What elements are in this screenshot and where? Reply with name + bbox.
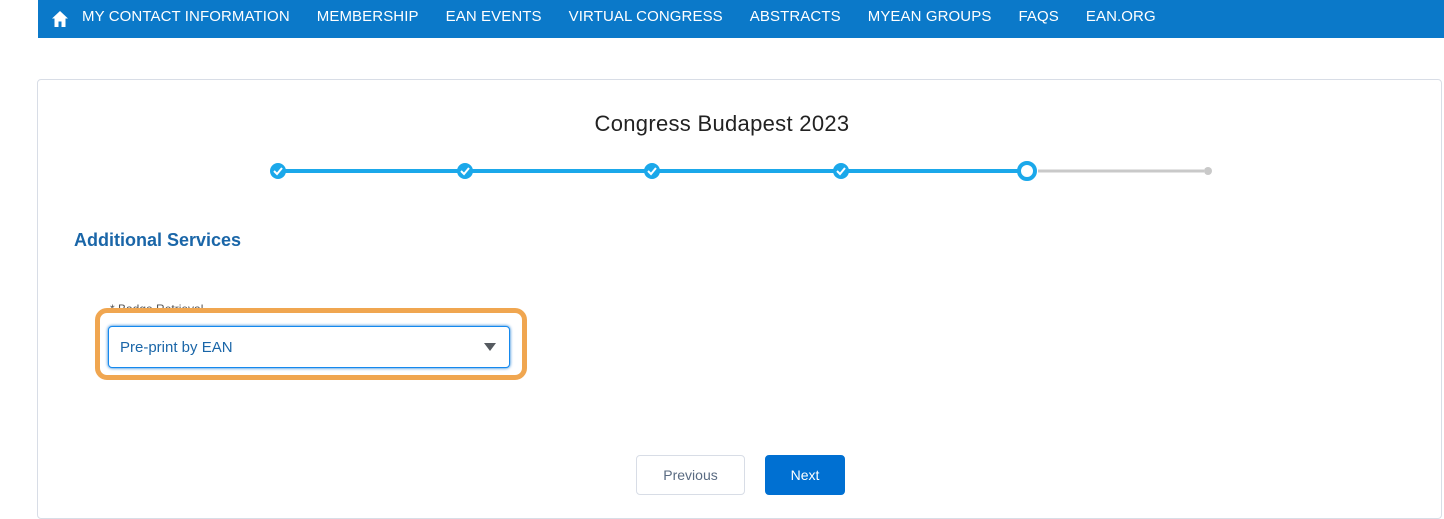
- step-6-pending-icon: [1204, 167, 1212, 175]
- nav-virtual-congress[interactable]: VIRTUAL CONGRESS: [569, 8, 723, 25]
- nav-faqs[interactable]: FAQS: [1018, 8, 1058, 25]
- page-title: Congress Budapest 2023: [594, 111, 850, 136]
- step-1-complete-icon: [270, 163, 286, 179]
- nav-abstracts[interactable]: ABSTRACTS: [750, 8, 841, 25]
- top-navigation: MY CONTACT INFORMATION MEMBERSHIP EAN EV…: [38, 0, 1444, 38]
- nav-my-contact-information[interactable]: MY CONTACT INFORMATION: [82, 8, 290, 25]
- nav-ean-org[interactable]: EAN.ORG: [1086, 8, 1156, 25]
- next-button[interactable]: Next: [765, 455, 845, 495]
- badge-retrieval-select[interactable]: Pre-print by EAN: [108, 326, 510, 368]
- select-value: Pre-print by EAN: [120, 339, 233, 356]
- dropdown-arrow-icon: [484, 343, 496, 351]
- progress-stepper: [270, 161, 1212, 181]
- nav-myean-groups[interactable]: MYEAN GROUPS: [868, 8, 992, 25]
- home-button[interactable]: [38, 0, 82, 38]
- step-4-complete-icon: [833, 163, 849, 179]
- nav-membership[interactable]: MEMBERSHIP: [317, 8, 419, 25]
- previous-button[interactable]: Previous: [636, 455, 745, 495]
- section-title: Additional Services: [74, 230, 242, 250]
- step-2-complete-icon: [457, 163, 473, 179]
- registration-card: [37, 79, 1442, 519]
- step-5-current-icon: [1017, 161, 1037, 181]
- home-icon: [52, 11, 68, 27]
- nav-ean-events[interactable]: EAN EVENTS: [446, 8, 542, 25]
- step-3-complete-icon: [644, 163, 660, 179]
